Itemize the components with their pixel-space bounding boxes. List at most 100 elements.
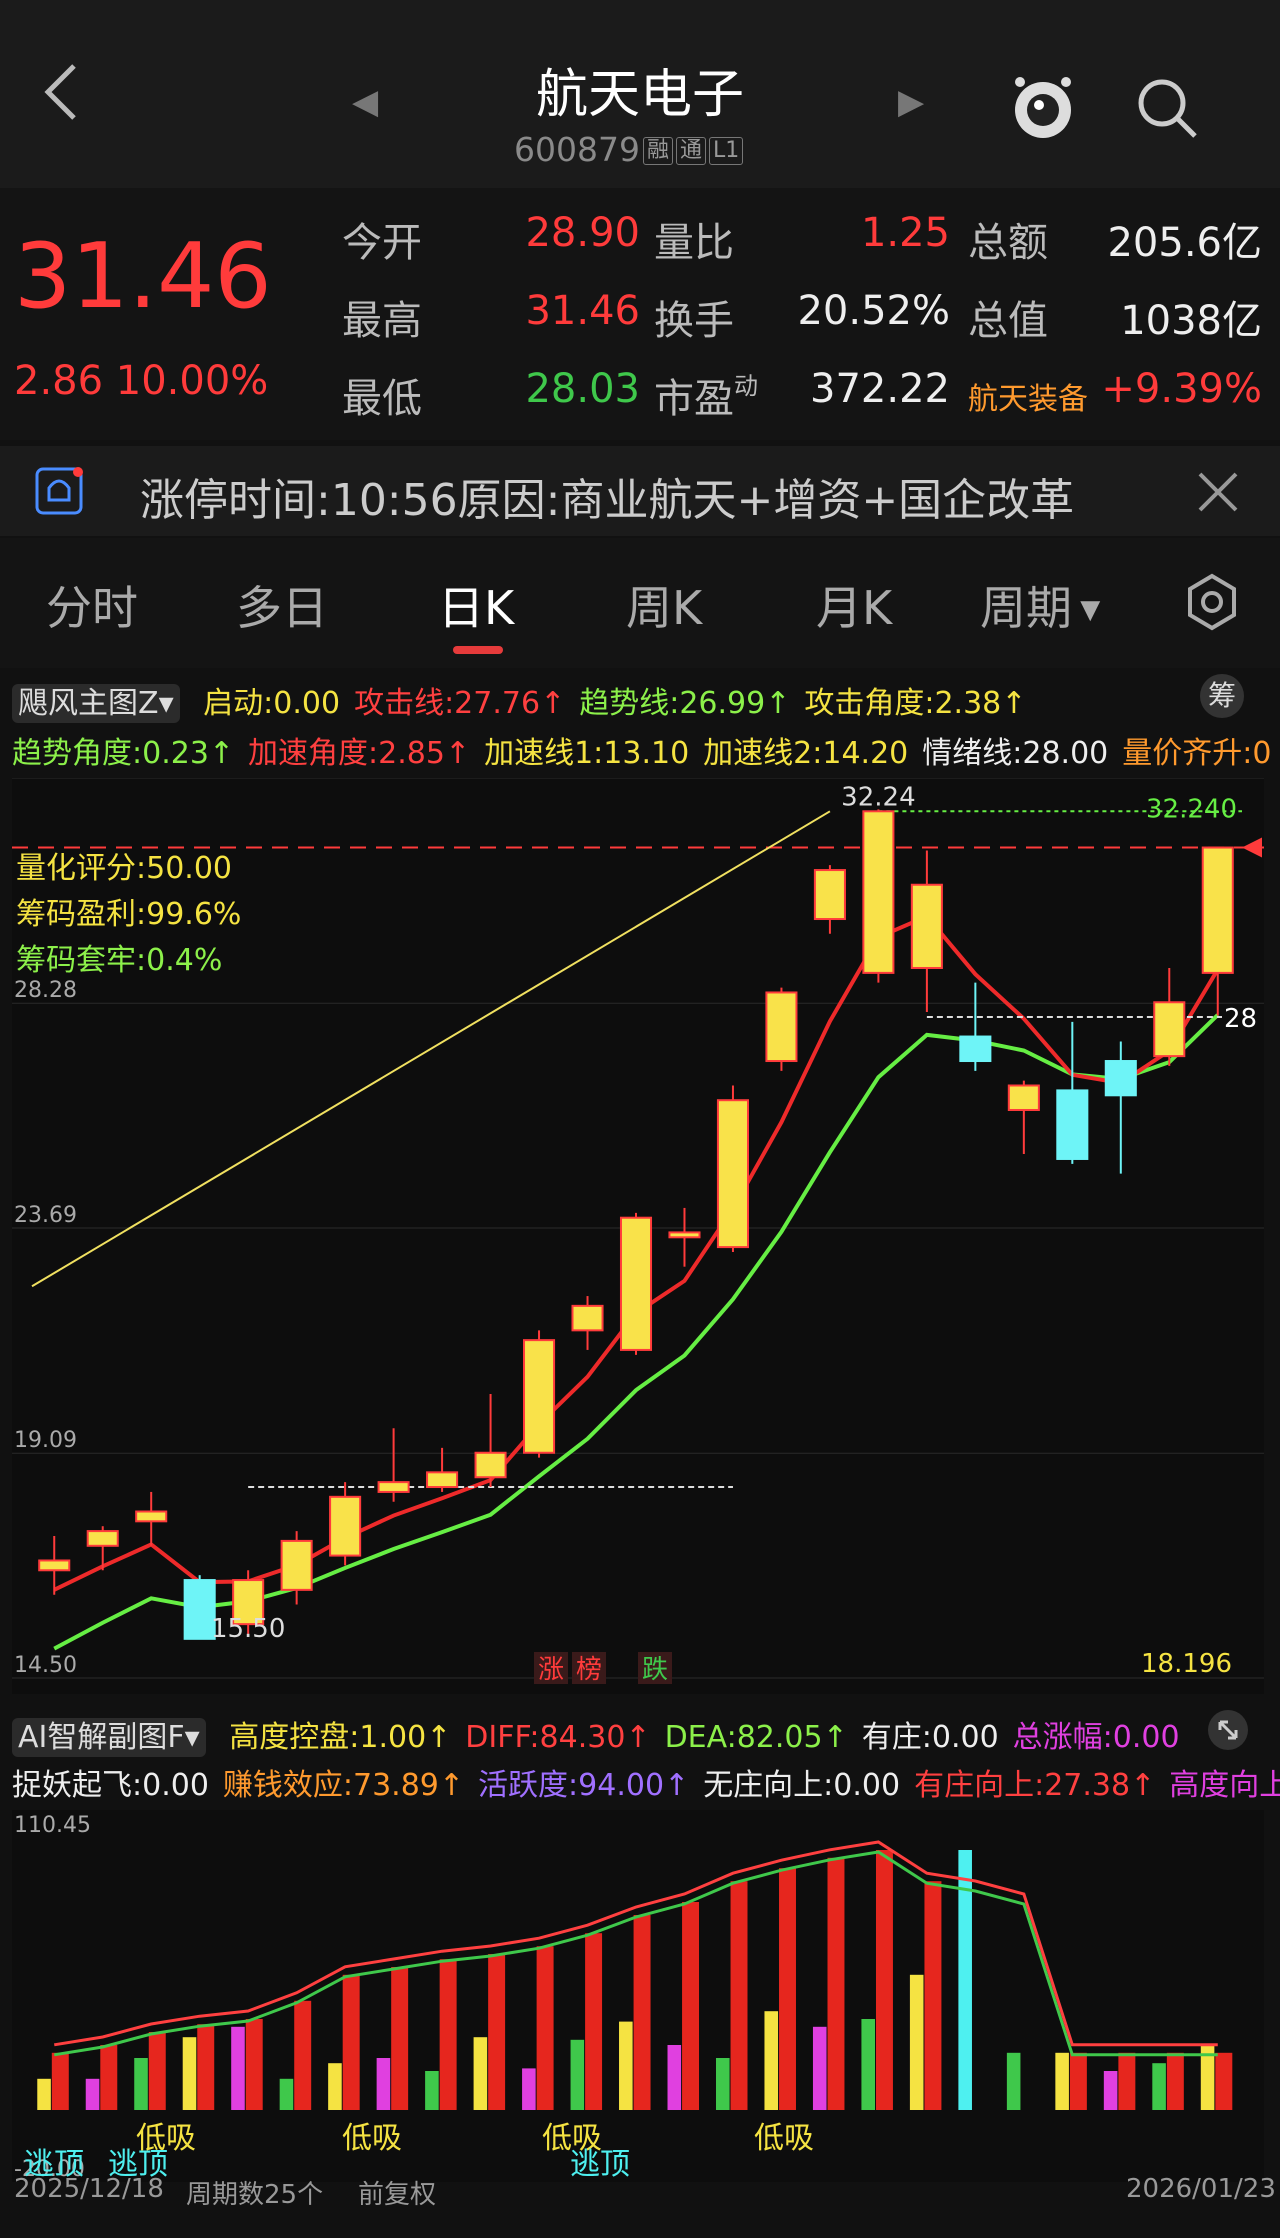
end-date: 2026/01/23 [1126, 2174, 1276, 2204]
small-bar [667, 2045, 682, 2110]
overlay-stat: 量化评分:50.00 [16, 851, 232, 886]
small-bar [619, 2021, 633, 2110]
red-bar [779, 1868, 796, 2110]
overlay-stat: 筹码套牢:0.4% [16, 943, 222, 978]
main-indicator-row2: 趋势角度:0.23↑ 加速角度:2.85↑ 加速线1:13.10 加速线2:14.20… [12, 728, 1280, 772]
small-bar [715, 2058, 730, 2110]
price-axis-label: 28.28 [14, 978, 77, 1003]
small-bar [764, 2011, 779, 2110]
candle-body [668, 1231, 701, 1239]
tab-daily-k[interactable]: 日K [438, 572, 514, 638]
sub-indicator-row2: 捉妖起飞:0.00 赚钱效应:73.89↑ 活跃度:94.00↑ 无庄向上:0.00 有… [12, 1760, 1280, 1804]
period-high-label: 32.24 [841, 782, 915, 812]
candle-body [765, 991, 798, 1063]
candle-body [910, 883, 943, 969]
bell-icon [35, 467, 83, 515]
quote-value: 31.46 [525, 288, 640, 334]
indicator-value: 高度向上 [1169, 1768, 1280, 1803]
quote-value: 205.6亿 [1107, 220, 1262, 266]
current-level-value: 28 [1224, 1004, 1257, 1034]
sub-indicator-select[interactable]: AI智解副图F▾ [12, 1718, 206, 1757]
adjust-mode: 前复权 [358, 2180, 437, 2210]
quote-value: 1.25 [860, 210, 950, 256]
red-bar [827, 1857, 845, 2110]
small-bar [134, 2058, 148, 2110]
small-bar [909, 1974, 924, 2110]
settings-hexagon-icon[interactable] [1182, 572, 1242, 632]
indicator-value: 情绪线:28.00 [922, 736, 1109, 771]
quote-label: 今开 [342, 220, 422, 266]
indicator-value: DEA:82.05↑ [664, 1720, 848, 1755]
small-bar [1006, 2052, 1021, 2110]
tab-period-dropdown[interactable]: 周期 ▼ [980, 572, 1100, 638]
indicator-value: 加速角度:2.85↑ [248, 736, 471, 771]
kline-chart[interactable]: 32.8828.2823.6919.0914.50量化评分:50.00筹码盈利:… [12, 778, 1264, 1694]
candle-body [329, 1495, 362, 1557]
quote-label: 换手 [654, 298, 734, 344]
red-bar [488, 1954, 506, 2110]
assistant-robot-icon[interactable] [1010, 72, 1076, 144]
red-bar [682, 1902, 700, 2110]
small-bar [279, 2078, 294, 2110]
close-icon[interactable] [1196, 470, 1240, 514]
indicator-value: 启动:0.00 [203, 686, 341, 721]
candle-body [1201, 846, 1234, 974]
signal-label: 低吸 [342, 2121, 402, 2156]
quote-value: 20.52% [797, 288, 950, 334]
quote-label: 量比 [654, 220, 734, 266]
last-price: 31.46 [14, 224, 272, 329]
price-axis-label: 19.09 [14, 1428, 77, 1453]
indicator-value: 捉妖起飞:0.00 [12, 1768, 209, 1803]
small-bar [328, 2063, 342, 2110]
small-bar [861, 2019, 876, 2110]
tab-multi-day[interactable]: 多日 [236, 572, 328, 638]
board-tag: 榜 [576, 1655, 602, 1685]
red-bar [148, 2032, 166, 2110]
small-bar [1103, 2071, 1118, 2110]
tab-weekly-k[interactable]: 周K [626, 572, 702, 638]
expand-icon[interactable] [1208, 1710, 1248, 1750]
quote-label: 最高 [342, 298, 422, 344]
small-bar [1055, 2052, 1069, 2110]
red-bar [633, 1915, 651, 2110]
chip-distribution-button[interactable]: 筹 [1200, 674, 1244, 718]
start-date: 2025/12/18 [14, 2174, 164, 2204]
candle-body [1007, 1084, 1040, 1111]
bottom-right-value: 18.196 [1141, 1649, 1232, 1679]
candle-body [1104, 1060, 1137, 1097]
main-indicator-select[interactable]: 飓风主图Z▾ [12, 684, 180, 723]
red-bar [51, 2052, 69, 2110]
tab-intraday[interactable]: 分时 [46, 572, 138, 638]
indicator-value: 有庄向上:27.38↑ [914, 1768, 1156, 1803]
period-low-label: 15.50 [211, 1614, 285, 1644]
quote-value: 372.22 [810, 366, 950, 412]
indicator-value: 趋势角度:0.23↑ [12, 736, 235, 771]
quote-value: +9.39% [1101, 366, 1262, 412]
price-axis-label: 23.69 [14, 1203, 77, 1228]
candle-body [86, 1530, 119, 1547]
indicator-value: 活跃度:94.00↑ [478, 1768, 690, 1803]
sub-axis-top: 110.45 [14, 1813, 91, 1838]
red-bar [100, 2045, 118, 2110]
candle-body [813, 869, 846, 921]
candle-body [571, 1304, 604, 1332]
red-bar [1166, 2052, 1184, 2110]
quote-value: 1038亿 [1120, 298, 1262, 344]
main-indicator-row1: 飓风主图Z▾ 启动:0.00 攻击线:27.76↑ 趋势线:26.99↑ 攻击角度:2… [12, 678, 1026, 723]
red-bar [391, 1967, 409, 2110]
search-icon[interactable] [1135, 76, 1199, 140]
red-bar [1069, 2052, 1087, 2110]
signal-label: 低吸 [754, 2121, 814, 2156]
indicator-chart[interactable]: 110.45-20.00低吸 低吸 低吸 低吸逃顶 逃顶 逃顶 [12, 1810, 1264, 2182]
candle-body [1153, 1001, 1186, 1058]
board-tag: 涨 [538, 1655, 564, 1685]
quote-label: 总值 [968, 298, 1048, 344]
small-bar [812, 2026, 827, 2110]
red-bar [1118, 2052, 1136, 2110]
board-tag: 跌 [642, 1655, 668, 1685]
period-count: 周期数25个 [186, 2180, 324, 2210]
quote-value: 28.03 [525, 366, 640, 412]
red-bar [585, 1933, 603, 2110]
small-bar [37, 2078, 51, 2110]
tab-monthly-k[interactable]: 月K [816, 572, 892, 638]
